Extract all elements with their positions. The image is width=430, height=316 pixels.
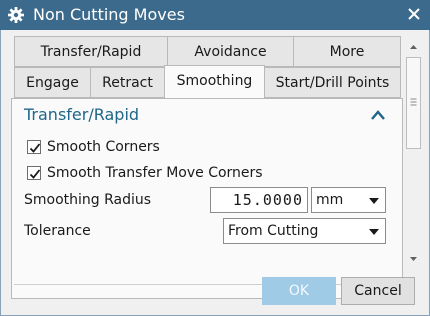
scroll-up-icon[interactable] — [405, 39, 422, 56]
section-title: Transfer/Rapid — [24, 105, 140, 124]
title-bar: Non Cutting Moves — [0, 0, 430, 30]
scroll-down-icon[interactable] — [405, 250, 422, 267]
smoothing-panel: Transfer/Rapid Smooth Corners Smooth Tra… — [11, 98, 403, 299]
chevron-up-icon[interactable] — [370, 109, 386, 121]
tolerance-select[interactable]: From Cutting — [223, 218, 386, 244]
scrollbar-thumb[interactable] — [406, 57, 421, 149]
dialog-body: Transfer/Rapid Avoidance More Engage Ret… — [0, 30, 430, 316]
chevron-down-icon — [369, 198, 379, 204]
tolerance-select-value: From Cutting — [228, 223, 319, 239]
smoothing-radius-input[interactable]: 15.0000 — [210, 187, 308, 213]
tab-retract[interactable]: Retract — [90, 67, 165, 98]
smooth-transfer-label: Smooth Transfer Move Corners — [47, 165, 263, 181]
tab-engage[interactable]: Engage — [14, 67, 91, 98]
smooth-corners-label: Smooth Corners — [47, 139, 160, 155]
smooth-corners-checkbox[interactable] — [27, 140, 41, 154]
window-title: Non Cutting Moves — [33, 5, 185, 24]
close-icon[interactable] — [404, 4, 424, 24]
tab-avoidance[interactable]: Avoidance — [167, 36, 294, 67]
ok-button[interactable]: OK — [262, 277, 336, 305]
unit-select-value: mm — [316, 192, 344, 208]
tab-more[interactable]: More — [293, 36, 401, 67]
unit-select[interactable]: mm — [311, 187, 386, 213]
tab-transfer-rapid[interactable]: Transfer/Rapid — [14, 36, 168, 67]
tab-smoothing[interactable]: Smoothing — [164, 65, 265, 98]
gear-icon — [7, 6, 25, 24]
chevron-down-icon — [369, 229, 379, 235]
tab-start-drill-points[interactable]: Start/Drill Points — [264, 67, 401, 98]
smoothing-radius-label: Smoothing Radius — [24, 192, 152, 208]
tolerance-label: Tolerance — [24, 223, 91, 239]
smooth-transfer-checkbox[interactable] — [27, 166, 41, 180]
cancel-button[interactable]: Cancel — [341, 277, 415, 305]
